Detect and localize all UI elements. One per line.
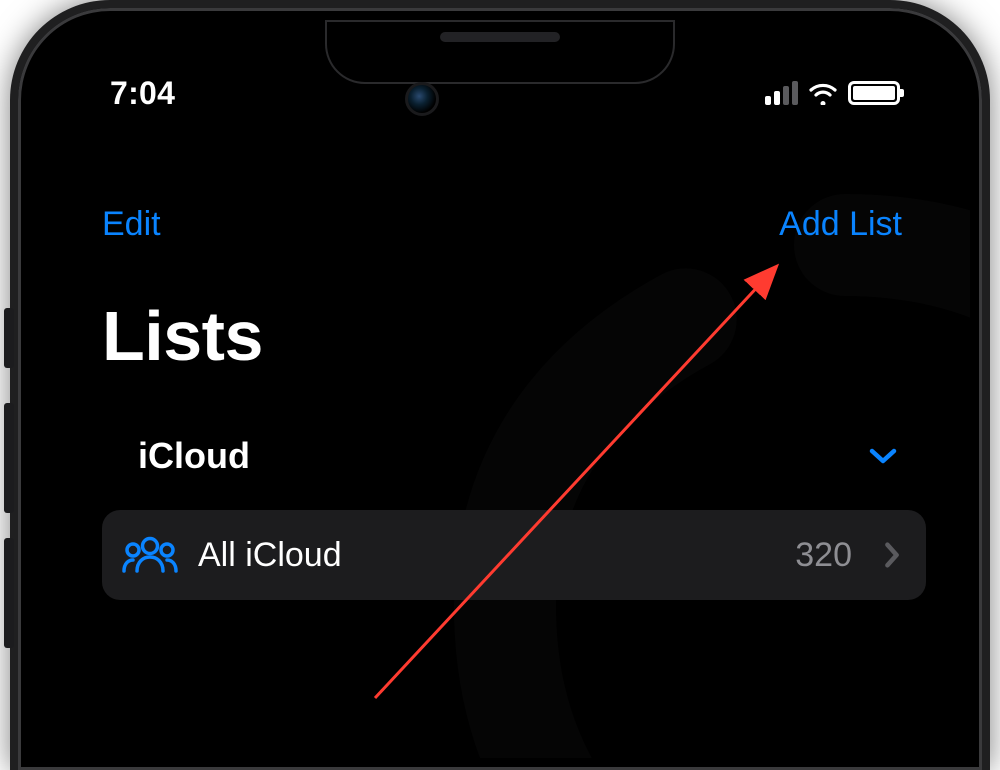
annotation-arrow <box>365 248 795 708</box>
list-row-all-icloud[interactable]: All iCloud 320 <box>102 510 926 600</box>
edit-button[interactable]: Edit <box>102 205 161 244</box>
section-header-icloud[interactable]: iCloud <box>30 435 970 477</box>
battery-icon <box>848 81 900 105</box>
volume-up-button <box>4 403 14 513</box>
cellular-signal-icon <box>765 81 798 105</box>
mute-switch <box>4 308 14 368</box>
wifi-icon <box>807 81 839 105</box>
phone-frame: 7:04 Edit Add Li <box>10 0 990 770</box>
status-time: 7:04 <box>110 75 175 112</box>
volume-down-button <box>4 538 14 648</box>
section-title: iCloud <box>138 435 250 477</box>
add-list-button[interactable]: Add List <box>779 205 902 244</box>
earpiece-speaker <box>440 32 560 42</box>
chevron-down-icon <box>868 445 898 467</box>
device-notch <box>325 20 675 84</box>
front-camera <box>405 82 439 116</box>
people-icon <box>122 535 178 575</box>
list-row-label: All iCloud <box>198 536 775 575</box>
nav-bar: Edit Add List <box>30 205 970 244</box>
page-title: Lists <box>102 296 263 376</box>
status-indicators <box>765 81 900 105</box>
screen: 7:04 Edit Add Li <box>30 20 970 758</box>
chevron-right-icon <box>884 541 900 569</box>
list-row-count: 320 <box>795 536 852 575</box>
